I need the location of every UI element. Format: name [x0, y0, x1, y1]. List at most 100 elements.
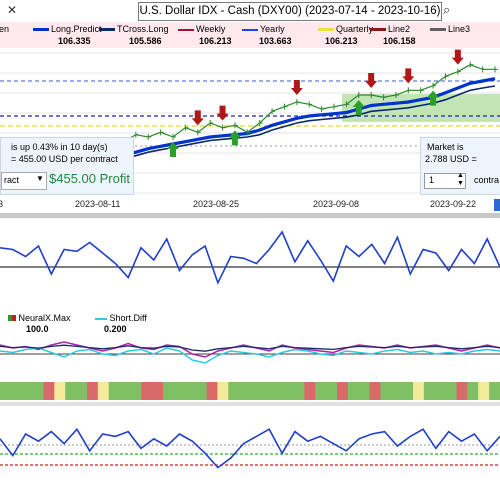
legend-value: 106.158	[383, 36, 416, 46]
contract-select-label: ract	[4, 175, 20, 185]
heatmap-svg	[0, 382, 500, 400]
legend-swatch	[242, 28, 258, 31]
heatmap-cell	[380, 382, 392, 400]
heatmap-cell	[130, 382, 142, 400]
legend-item-yearly: Yearly	[242, 24, 285, 34]
heatmap-cell	[195, 382, 208, 400]
heatmap-cell	[391, 382, 403, 400]
chevron-up-icon[interactable]: ▲	[457, 172, 464, 179]
legend-swatch	[430, 28, 446, 32]
legend-item-quarterly: Quarterly	[318, 24, 373, 34]
legend-item-tcross-long: TCross.Long	[99, 24, 169, 34]
legend-value: 106.213	[199, 36, 232, 46]
date-label: 2023-08-11	[75, 199, 121, 209]
heatmap-cell	[10, 382, 23, 400]
trade-panel-right: Market is 2.788 USD = 1 ▲ ▼ contra	[420, 137, 500, 195]
heatmap-cell	[402, 382, 414, 400]
cycle-panel[interactable]	[0, 406, 500, 500]
heatmap-cell	[163, 382, 175, 400]
heatmap-cell	[119, 382, 131, 400]
trade-line-2: = 455.00 USD per contract	[11, 154, 118, 164]
heatmap-cell	[228, 382, 240, 400]
market-line-1: Market is	[427, 142, 464, 152]
quantity-value: 1	[429, 175, 435, 185]
heatmap-cell	[97, 382, 110, 400]
legend-label: TCross.Long	[117, 24, 169, 34]
chevron-down-icon: ▼	[36, 174, 44, 183]
legend-value: 106.335	[58, 36, 91, 46]
contract-label: contra	[474, 175, 500, 185]
oscillator-panel[interactable]	[0, 218, 500, 308]
trade-panel-left: is up 0.43% in 10 day(s) = 455.00 USD pe…	[0, 137, 134, 195]
legend-label: Line2	[388, 24, 411, 34]
legend-swatch	[99, 28, 115, 32]
indicator-legend: en 106.335 Long.Predict TCross.Long 105.…	[0, 22, 500, 48]
legend-value: 105.586	[129, 36, 162, 46]
title-bar: ✕ U.S. Dollar IDX - Cash (DXY00) (2023-0…	[0, 0, 500, 22]
heatmap-cell	[271, 382, 284, 400]
date-axis: 3 2023-08-11 2023-08-25 2023-09-08 2023-…	[0, 198, 500, 212]
heatmap-cell	[250, 382, 262, 400]
heatmap-cell	[173, 382, 186, 400]
heatmap-cell	[434, 382, 447, 400]
heatmap-cell	[21, 382, 34, 400]
heatmap-cell	[152, 382, 164, 400]
legend-item-line3: Line3	[430, 24, 470, 34]
contract-select[interactable]: ract ▼	[1, 172, 47, 190]
legend-value: 106.213	[325, 36, 358, 46]
profit-label: $455.00 Profit	[49, 171, 130, 186]
trade-line-1: is up 0.43% in 10 day(s)	[11, 142, 108, 152]
legend-item-en: en	[0, 24, 9, 34]
heatmap-cell	[260, 382, 273, 400]
chevron-down-icon[interactable]: ▼	[457, 180, 464, 187]
legend-value: 103.663	[259, 36, 292, 46]
heatmap-cell	[217, 382, 229, 400]
market-line-2: 2.788 USD =	[425, 154, 477, 164]
legend-item-long-predict: Long.Predict	[33, 24, 102, 34]
heatmap-cell	[445, 382, 458, 400]
legend-item-weekly: Weekly	[178, 24, 225, 34]
heatmap-cell	[282, 382, 294, 400]
search-icon[interactable]: ⌕	[443, 2, 450, 18]
heatmap-cell	[86, 382, 99, 400]
legend-swatch	[178, 28, 194, 31]
close-icon[interactable]: ✕	[7, 3, 17, 17]
heatmap-cell	[108, 382, 121, 400]
heatmap-cell	[65, 382, 77, 400]
heatmap-cell	[304, 382, 316, 400]
heatmap-cell	[478, 382, 490, 400]
heatmap-cell	[467, 382, 479, 400]
heatmap-cell	[413, 382, 425, 400]
legend-swatch	[33, 28, 49, 32]
heatmap-cell	[347, 382, 360, 400]
heatmap-cell	[326, 382, 338, 400]
heatmap-cell	[76, 382, 88, 400]
heatmap-cell	[54, 382, 66, 400]
legend-label: Quarterly	[336, 24, 374, 34]
legend-label: Weekly	[196, 24, 226, 34]
heatmap-cell	[206, 382, 218, 400]
legend-label: Long.Predict	[51, 24, 102, 34]
heatmap-cell	[315, 382, 327, 400]
chart-title: U.S. Dollar IDX - Cash (DXY00) (2023-07-…	[138, 2, 442, 21]
heatmap-cell	[456, 382, 468, 400]
heatmap-cell	[489, 382, 500, 400]
heatmap-cell	[336, 382, 349, 400]
heatmap-cell	[369, 382, 381, 400]
date-label: 2023-09-22	[430, 199, 477, 209]
heatmap-cell	[32, 382, 44, 400]
date-label: 3	[0, 199, 4, 209]
heatmap-cell	[423, 382, 436, 400]
series-line-short-diff	[0, 347, 500, 364]
neural-series	[0, 341, 500, 364]
heatmap-cell	[358, 382, 371, 400]
heatmap-cell	[293, 382, 305, 400]
legend-swatch	[318, 28, 334, 32]
signal-heatmap	[0, 382, 500, 400]
neural-chart[interactable]	[0, 308, 500, 378]
plot-background	[0, 406, 500, 500]
legend-swatch	[370, 28, 386, 32]
scroll-handle[interactable]	[494, 199, 500, 211]
quantity-stepper[interactable]: 1 ▲ ▼	[424, 172, 466, 189]
legend-label: Yearly	[260, 24, 285, 34]
